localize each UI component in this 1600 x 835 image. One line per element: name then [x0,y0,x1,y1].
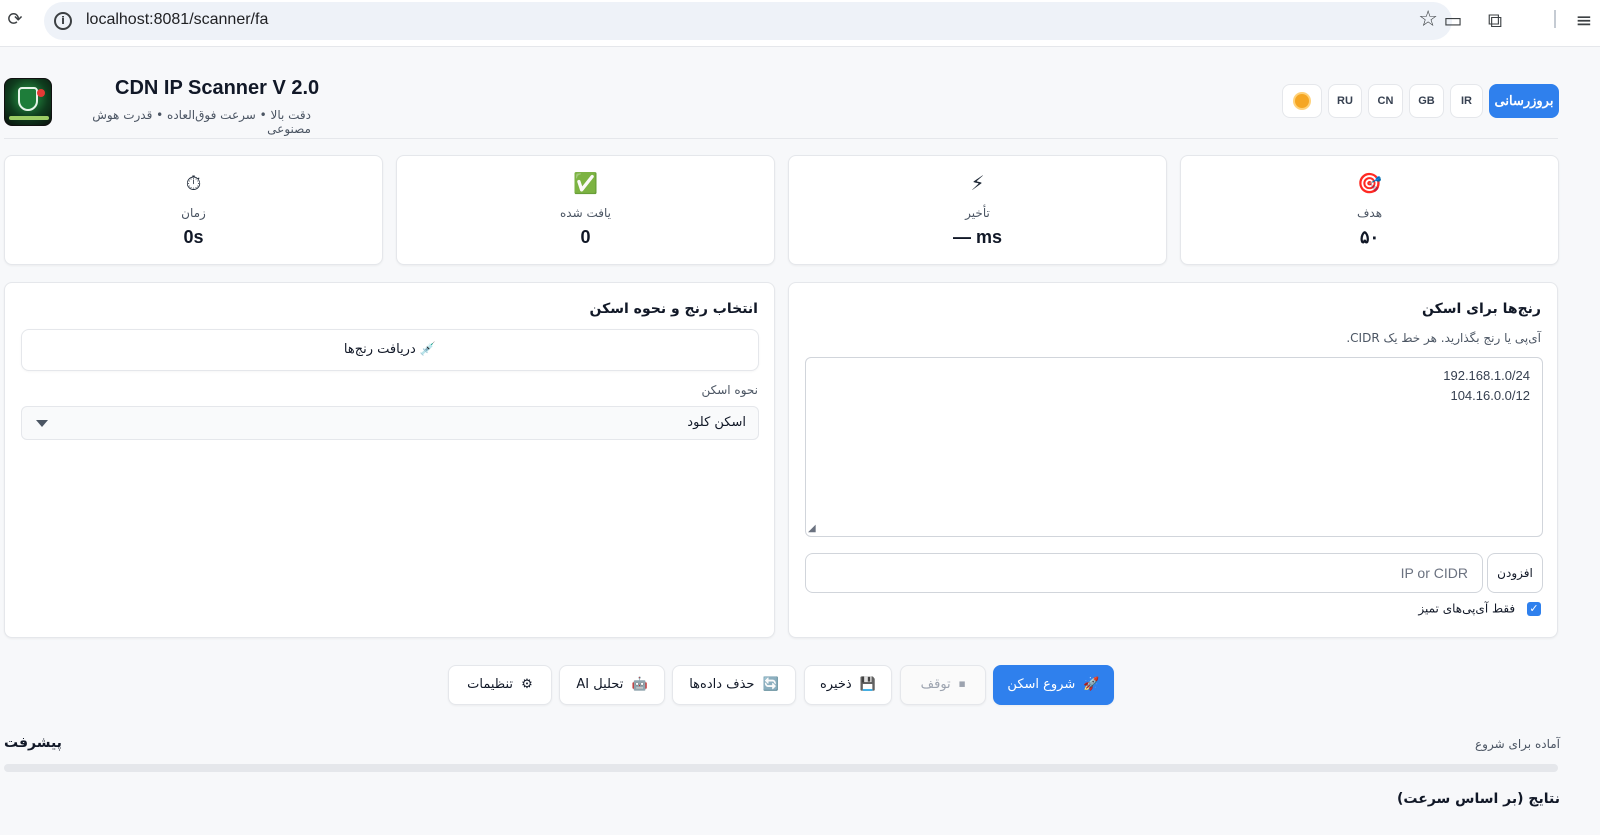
app-logo [4,78,52,126]
region-ir-button[interactable]: IR [1450,84,1483,118]
bookmark-star-icon[interactable]: ☆ [1418,7,1438,32]
cidr-input-placeholder: IP or CIDR [1400,565,1468,581]
app-subtitle: دقت بالا • سرعت فوق‌العاده • قدرت هوش مص… [92,108,311,136]
stat-label: یافت شده [560,206,611,220]
stat-value: 0 [580,227,591,247]
stop-button[interactable]: ⏹ توقف [900,665,986,705]
logo-dot [37,89,45,97]
reading-list-icon[interactable]: ≡ [1572,8,1596,32]
address-bar[interactable]: i localhost:8081/scanner/fa ☆ [44,2,1452,40]
site-info-icon[interactable]: i [54,12,72,30]
cast-icon[interactable]: ▭ [1441,8,1465,32]
settings-button[interactable]: ⚙ تنظیمات [448,665,552,705]
progress-status: آماده برای شروع [1475,737,1560,751]
cidr-input[interactable]: IP or CIDR [805,553,1483,593]
sun-icon [1295,94,1309,108]
shield-icon [18,87,38,111]
progress-bar [4,764,1558,772]
region-ru-button[interactable]: RU [1328,84,1362,118]
start-scan-label: شروع اسکن [1007,677,1076,692]
panel-title: رنج‌ها برای اسکن [1421,301,1541,317]
stop-label: توقف [920,677,951,692]
stat-label: زمان [181,206,206,220]
stat-value: — ms [952,227,1003,247]
toolbar-separator [1554,10,1556,28]
check-icon: ✅ [573,171,598,195]
add-range-button[interactable]: افزودن [1487,553,1543,593]
clean-only-checkbox-row[interactable]: ✓ فقط آی‌پی‌های تمیز [1418,601,1541,621]
range-line: 192.168.1.0/24 [1443,368,1530,383]
region-gb-button[interactable]: GB [1409,84,1444,118]
update-button[interactable]: بروزرسانی [1489,84,1559,118]
logo-bar [9,116,49,120]
ai-analysis-button[interactable]: 🤖 تحلیل AI [559,665,665,705]
lightning-icon: ⚡ [970,171,985,195]
browser-toolbar: ⟳ i localhost:8081/scanner/fa ☆ ▭ ⧉ ≡ [0,0,1600,47]
stat-label: تأخیر [965,206,990,220]
clear-data-label: حذف داده‌ها [689,677,755,692]
chevron-down-icon [36,420,48,427]
syringe-icon: 💉 [419,342,437,357]
region-cn-button[interactable]: CN [1368,84,1403,118]
resize-handle-icon[interactable]: ◢ [808,523,816,534]
app-header: CDN IP Scanner V 2.0 دقت بالا • سرعت فوق… [0,72,1600,140]
progress-title: پیشرفت [4,735,62,751]
stop-icon: ⏹ [958,677,966,692]
clean-only-label: فقط آی‌پی‌های تمیز [1418,601,1516,616]
url-text[interactable]: localhost:8081/scanner/fa [86,11,268,29]
panel-title: انتخاب رنج و نحوه اسکن [589,301,759,317]
ranges-textarea[interactable]: 192.168.1.0/24 104.16.0.0/12 ◢ [805,357,1543,537]
target-icon: 🎯 [1357,171,1382,195]
stat-card-latency: ⚡ تأخیر — ms [788,155,1167,265]
save-label: ذخیره [819,677,852,692]
theme-toggle-button[interactable] [1282,84,1322,118]
gear-icon: ⚙ [521,677,533,692]
clean-only-checkbox[interactable]: ✓ [1527,601,1541,616]
scan-mode-panel: انتخاب رنج و نحوه اسکن 💉 دریافت رنج‌ها ن… [4,282,775,638]
floppy-disk-icon: 💾 [859,677,877,692]
range-line: 104.16.0.0/12 [1450,388,1530,403]
stat-value: ۵۰ [1359,227,1380,247]
stat-value: 0s [183,227,204,247]
scan-mode-value: اسکن کلود [687,415,746,430]
save-button[interactable]: 💾 ذخیره [804,665,892,705]
extensions-icon[interactable]: ⧉ [1483,8,1507,32]
header-divider [4,138,1558,139]
refresh-icon: 🔄 [762,677,779,692]
scan-mode-select[interactable]: اسکن کلود [21,406,759,440]
ranges-panel: رنج‌ها برای اسکن آی‌پی یا رنج بگذارید. ه… [788,282,1558,638]
fetch-ranges-button[interactable]: 💉 دریافت رنج‌ها [21,329,759,371]
scan-mode-label: نحوه اسکن [701,383,758,397]
stat-label: هدف [1356,206,1383,220]
fetch-ranges-label: دریافت رنج‌ها [343,342,416,357]
rocket-icon: 🚀 [1083,677,1100,692]
robot-icon: 🤖 [631,677,648,692]
stat-card-target: 🎯 هدف ۵۰ [1180,155,1559,265]
stopwatch-icon: ⏱ [185,171,202,195]
ranges-hint: آی‌پی یا رنج بگذارید. هر خط یک CIDR. [1346,331,1541,345]
ai-analysis-label: تحلیل AI [576,677,624,692]
stat-card-time: ⏱ زمان 0s [4,155,383,265]
clear-data-button[interactable]: 🔄 حذف داده‌ها [672,665,796,705]
reload-icon[interactable]: ⟳ [4,9,26,31]
results-title: نتایج (بر اساس سرعت) [1397,791,1560,807]
start-scan-button[interactable]: 🚀 شروع اسکن [993,665,1114,705]
app-title: CDN IP Scanner V 2.0 [115,77,320,99]
settings-label: تنظیمات [467,677,514,692]
stat-card-found: ✅ یافت شده 0 [396,155,775,265]
